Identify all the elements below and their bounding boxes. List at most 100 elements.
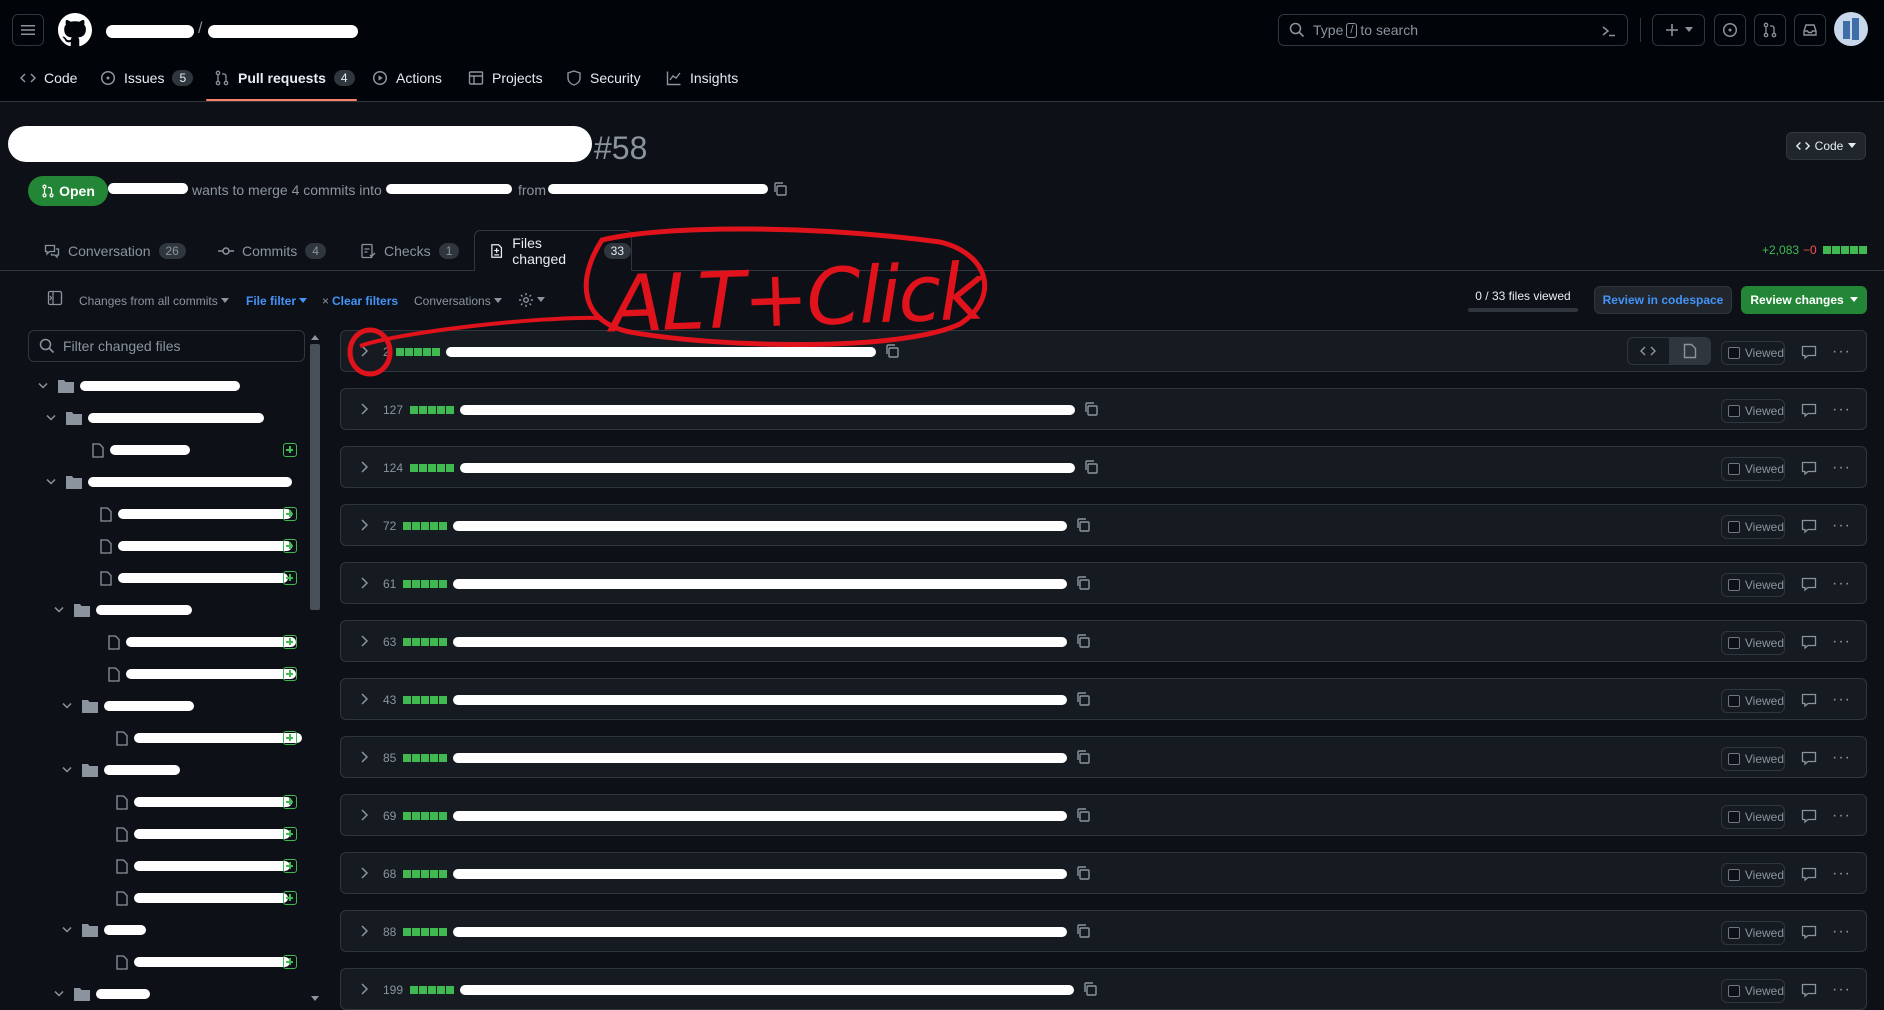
viewed-checkbox[interactable]: Viewed (1721, 515, 1785, 539)
tab-pull-requests[interactable]: Pull requests 4 (214, 66, 355, 90)
comment-icon[interactable] (1801, 692, 1817, 708)
head-branch-redacted[interactable] (548, 184, 768, 194)
viewed-checkbox[interactable]: Viewed (1721, 399, 1785, 423)
copy-icon[interactable] (1075, 633, 1091, 649)
tree-file-item[interactable] (78, 727, 302, 749)
changes-from-dropdown[interactable]: Changes from all commits (79, 294, 229, 308)
sidebar-toggle-icon[interactable] (47, 290, 63, 306)
file-diff-row[interactable]: 88 Viewed ··· (340, 910, 1867, 952)
conversations-dropdown[interactable]: Conversations (414, 294, 502, 308)
checkbox-square[interactable] (1728, 869, 1740, 881)
tab-checks[interactable]: Checks 1 (360, 238, 460, 264)
pr-author-redacted[interactable] (108, 183, 188, 194)
file-view-toggle[interactable] (1627, 337, 1711, 365)
file-diff-row[interactable]: 68 Viewed ··· (340, 852, 1867, 894)
expand-file-chevron-icon[interactable] (359, 808, 369, 822)
review-in-codespace-button[interactable]: Review in codespace (1594, 286, 1732, 314)
kebab-menu-icon[interactable]: ··· (1832, 749, 1851, 767)
pull-requests-button[interactable] (1754, 14, 1786, 46)
comment-icon[interactable] (1801, 344, 1817, 360)
kebab-menu-icon[interactable]: ··· (1832, 401, 1851, 419)
comment-icon[interactable] (1801, 518, 1817, 534)
expand-file-chevron-icon[interactable] (359, 460, 369, 474)
expand-file-chevron-icon[interactable] (359, 982, 369, 996)
checkbox-square[interactable] (1728, 811, 1740, 823)
scrollbar-thumb[interactable] (310, 344, 320, 610)
expand-file-chevron-icon[interactable] (359, 518, 369, 532)
github-logo-icon[interactable] (58, 13, 92, 47)
tab-insights[interactable]: Insights (666, 66, 738, 90)
kebab-menu-icon[interactable]: ··· (1832, 459, 1851, 477)
file-diff-row[interactable]: 199 Viewed ··· (340, 968, 1867, 1010)
tree-folder-item[interactable] (54, 983, 150, 1005)
tab-security[interactable]: Security (566, 66, 641, 90)
tree-file-item[interactable] (62, 567, 288, 589)
comment-icon[interactable] (1801, 808, 1817, 824)
scroll-down-arrow-icon[interactable] (311, 996, 319, 1002)
redacted-file-path[interactable] (453, 869, 1067, 879)
tree-folder-item[interactable] (46, 471, 292, 493)
checkbox-square[interactable] (1728, 637, 1740, 649)
redacted-file-path[interactable] (453, 927, 1067, 937)
file-diff-row[interactable]: 63 Viewed ··· (340, 620, 1867, 662)
comment-icon[interactable] (1801, 866, 1817, 882)
copy-icon[interactable] (1075, 691, 1091, 707)
copy-icon[interactable] (1075, 749, 1091, 765)
tree-file-item[interactable] (78, 823, 290, 845)
tree-folder-item[interactable] (46, 407, 264, 429)
comment-icon[interactable] (1801, 576, 1817, 592)
copy-icon[interactable] (884, 343, 900, 359)
inbox-button[interactable] (1794, 14, 1826, 46)
checkbox-square[interactable] (1728, 579, 1740, 591)
command-palette-icon[interactable] (1601, 23, 1617, 39)
file-diff-row[interactable]: 69 Viewed ··· (340, 794, 1867, 836)
redacted-file-path[interactable] (453, 695, 1067, 705)
filter-changed-files-field[interactable] (63, 338, 283, 354)
copy-icon[interactable] (1075, 575, 1091, 591)
base-branch-redacted[interactable] (386, 184, 512, 194)
kebab-menu-icon[interactable]: ··· (1832, 575, 1851, 593)
checkbox-square[interactable] (1728, 927, 1740, 939)
issues-button[interactable] (1714, 14, 1746, 46)
copy-icon[interactable] (1075, 865, 1091, 881)
expand-file-chevron-icon[interactable] (359, 576, 369, 590)
copy-icon[interactable] (1075, 807, 1091, 823)
redacted-file-path[interactable] (453, 637, 1067, 647)
avatar[interactable] (1834, 12, 1868, 46)
file-diff-row[interactable]: 124 Viewed ··· (340, 446, 1867, 488)
tree-file-item[interactable] (70, 663, 296, 685)
scroll-up-arrow-icon[interactable] (311, 334, 319, 340)
viewed-checkbox[interactable]: Viewed (1721, 341, 1785, 365)
file-diff-row[interactable]: 72 Viewed ··· (340, 504, 1867, 546)
viewed-checkbox[interactable]: Viewed (1721, 863, 1785, 887)
tree-file-item[interactable] (78, 855, 290, 877)
redacted-file-path[interactable] (460, 985, 1074, 995)
checkbox-square[interactable] (1728, 347, 1740, 359)
viewed-checkbox[interactable]: Viewed (1721, 573, 1785, 597)
tree-file-item[interactable] (78, 887, 288, 909)
kebab-menu-icon[interactable]: ··· (1832, 517, 1851, 535)
kebab-menu-icon[interactable]: ··· (1832, 343, 1851, 361)
redacted-file-path[interactable] (460, 405, 1075, 415)
tab-actions[interactable]: Actions (372, 66, 442, 90)
comment-icon[interactable] (1801, 750, 1817, 766)
search-input[interactable]: Type / to search (1278, 14, 1628, 46)
viewed-checkbox[interactable]: Viewed (1721, 747, 1785, 771)
kebab-menu-icon[interactable]: ··· (1832, 923, 1851, 941)
tab-conversation[interactable]: Conversation 26 (44, 238, 186, 264)
copy-icon[interactable] (1083, 401, 1099, 417)
tree-file-item[interactable] (70, 631, 296, 653)
expand-file-chevron-icon[interactable] (359, 866, 369, 880)
file-filter-dropdown[interactable]: File filter (246, 294, 308, 308)
checkbox-square[interactable] (1728, 405, 1740, 417)
file-diff-row[interactable]: 85 Viewed ··· (340, 736, 1867, 778)
viewed-checkbox[interactable]: Viewed (1721, 631, 1785, 655)
tree-folder-item[interactable] (54, 599, 192, 621)
repo-name-redacted[interactable] (208, 25, 358, 38)
viewed-checkbox[interactable]: Viewed (1721, 689, 1785, 713)
checkbox-square[interactable] (1728, 521, 1740, 533)
create-new-button[interactable] (1652, 14, 1705, 46)
file-diff-row[interactable]: 61 Viewed ··· (340, 562, 1867, 604)
redacted-file-path[interactable] (453, 521, 1067, 531)
tree-file-item[interactable] (78, 791, 292, 813)
